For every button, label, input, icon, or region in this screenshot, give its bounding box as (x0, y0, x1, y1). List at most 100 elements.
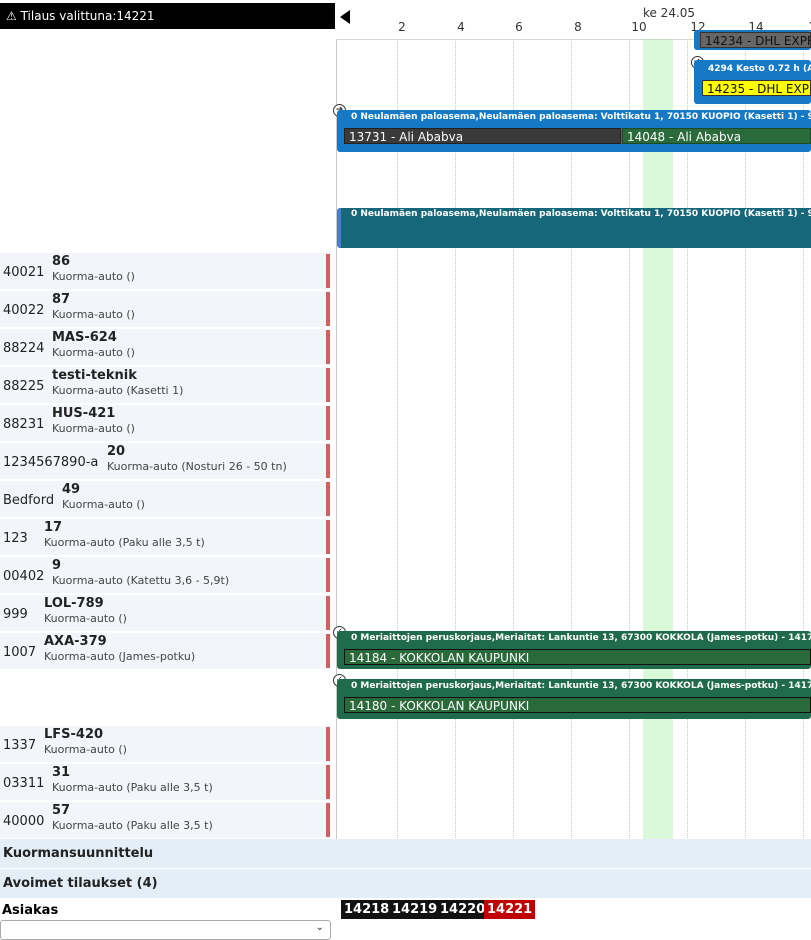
job-label[interactable]: 14180 - KOKKOLAN KAUPUNKI (344, 697, 811, 713)
resource-status-bar (326, 330, 330, 364)
resource-status-bar (326, 596, 330, 630)
resource-type: Kuorma-auto () (52, 346, 135, 359)
event-block[interactable]: 0 Neulamäen paloasema,Neulamäen paloasem… (337, 110, 811, 152)
job-label[interactable]: 14184 - KOKKOLAN KAUPUNKI (344, 649, 811, 665)
resource-row[interactable]: 999 LOL-789 Kuorma-auto () (0, 595, 330, 632)
resource-id: 1337 (3, 738, 37, 753)
resource-row[interactable]: 88225 testi-teknik Kuorma-auto (Kasetti … (0, 367, 330, 404)
resource-row[interactable]: 88224 MAS-624 Kuorma-auto () (0, 329, 330, 366)
job-label[interactable]: 13731 - Ali Ababva (344, 128, 621, 144)
resource-type: Kuorma-auto (Kasetti 1) (52, 384, 184, 397)
order-tag-selected[interactable]: 14221 (484, 900, 537, 919)
resource-name: 87 (52, 292, 71, 307)
resource-type: Kuorma-auto (Paku alle 3,5 t) (44, 536, 205, 549)
tick-label: 4 (457, 20, 465, 34)
resource-id: 40022 (3, 303, 45, 318)
timeline-grid[interactable] (336, 39, 811, 840)
resource-name: HUS-421 (52, 406, 116, 421)
resource-id: 123 (3, 531, 28, 546)
resource-name: 17 (44, 520, 63, 535)
resource-row[interactable]: 40000 57 Kuorma-auto (Paku alle 3,5 t) (0, 802, 330, 839)
resource-type: Kuorma-auto (Nosturi 26 - 50 tn) (107, 460, 287, 473)
job-label[interactable]: 14048 - Ali Ababva (622, 128, 811, 144)
order-tag[interactable]: 14219 (389, 900, 442, 919)
resource-status-bar (326, 558, 330, 592)
resource-id: 88231 (3, 417, 45, 432)
resource-name: testi-teknik (52, 368, 137, 383)
resource-type: Kuorma-auto () (44, 743, 127, 756)
resource-status-bar (326, 292, 330, 326)
grid-line (397, 39, 398, 840)
resource-status-bar (326, 520, 330, 554)
selected-order-banner: ⚠ Tilaus valittuna:14221 (0, 3, 335, 29)
order-tag[interactable]: 14220 (437, 900, 490, 919)
event-block[interactable]: 0 Meriaittojen peruskorjaus,Meriaitat: L… (337, 631, 811, 669)
resource-id: Bedford (3, 493, 55, 508)
event-block[interactable]: 4294 Kesto 0.72 h (Al 14235 - DHL EXPR (694, 60, 811, 104)
event-title: 0 Neulamäen paloasema,Neulamäen paloasem… (351, 209, 811, 219)
resource-row[interactable]: 1007 AXA-379 Kuorma-auto (James-potku) (0, 633, 330, 670)
resource-id: 1007 (3, 645, 37, 660)
chevron-down-icon: ⌄ (315, 922, 324, 933)
event-title: 4294 Kesto 0.72 h (Al (708, 64, 811, 74)
grid-line (455, 39, 456, 840)
resource-type: Kuorma-auto () (52, 422, 135, 435)
resource-row[interactable]: 40022 87 Kuorma-auto () (0, 291, 330, 328)
resource-type: Kuorma-auto (Paku alle 3,5 t) (52, 819, 213, 832)
event-title: 0 Neulamäen paloasema,Neulamäen paloasem… (351, 112, 811, 122)
resource-row[interactable]: 88231 HUS-421 Kuorma-auto () (0, 405, 330, 442)
resource-status-bar (326, 444, 330, 478)
resource-id: 40021 (3, 265, 45, 280)
grid-line (687, 39, 688, 840)
resource-row[interactable]: 40021 86 Kuorma-auto () (0, 253, 330, 290)
resource-id: 999 (3, 607, 28, 622)
resource-name: LOL-789 (44, 596, 104, 611)
section-kuormansuunnittelu[interactable]: Kuormansuunnittelu (0, 839, 811, 868)
resource-row[interactable]: Bedford 49 Kuorma-auto () (0, 481, 330, 518)
resource-type: Kuorma-auto (Katettu 3,6 - 5,9t) (52, 574, 230, 587)
resource-name: 86 (52, 254, 71, 269)
resource-id: 88225 (3, 379, 45, 394)
resource-row[interactable]: 123 17 Kuorma-auto (Paku alle 3,5 t) (0, 519, 330, 556)
resource-row[interactable]: 1337 LFS-420 Kuorma-auto () (0, 726, 330, 763)
tick-label: 8 (574, 20, 582, 34)
customer-label: Asiakas (2, 903, 59, 918)
warning-icon: ⚠ (6, 9, 17, 23)
customer-select[interactable]: ⌄ (0, 920, 331, 940)
resource-status-bar (326, 765, 330, 799)
order-tag[interactable]: 14218 (341, 900, 394, 919)
resource-status-bar (326, 634, 330, 668)
grid-line (629, 39, 630, 840)
grid-line (571, 39, 572, 840)
resource-type: Kuorma-auto (Paku alle 3,5 t) (52, 781, 213, 794)
event-title: 0 Meriaittojen peruskorjaus,Meriaitat: L… (351, 633, 811, 643)
resource-status-bar (326, 406, 330, 440)
resource-name: 20 (107, 444, 126, 459)
day-label: ke 24.05 (642, 6, 696, 20)
grid-line (513, 39, 514, 840)
resource-type: Kuorma-auto () (44, 612, 127, 625)
previous-arrow-icon[interactable] (340, 10, 350, 24)
resource-name: LFS-420 (44, 727, 104, 742)
job-label[interactable]: 14234 - DHL EXPRE (700, 32, 811, 48)
resource-name: 49 (62, 482, 81, 497)
resource-row[interactable]: 03311 31 Kuorma-auto (Paku alle 3,5 t) (0, 764, 330, 801)
resource-id: 03311 (3, 776, 45, 791)
resource-name: AXA-379 (44, 634, 107, 649)
event-block[interactable]: 0 Meriaittojen peruskorjaus,Meriaitat: L… (337, 679, 811, 719)
grid-line (745, 39, 746, 840)
resource-row[interactable]: 1234567890-a 20 Kuorma-auto (Nosturi 26 … (0, 443, 330, 480)
job-label[interactable]: 14235 - DHL EXPR (702, 80, 811, 96)
current-time-band (643, 39, 673, 840)
resource-name: MAS-624 (52, 330, 117, 345)
event-block[interactable]: 14234 - DHL EXPRE (694, 30, 811, 50)
resource-status-bar (326, 482, 330, 516)
selected-order-text: Tilaus valittuna:14221 (20, 9, 155, 23)
resource-row[interactable]: 00402 9 Kuorma-auto (Katettu 3,6 - 5,9t) (0, 557, 330, 594)
event-block[interactable]: 0 Neulamäen paloasema,Neulamäen paloasem… (337, 208, 811, 248)
section-open-orders[interactable]: Avoimet tilaukset (4) (0, 869, 811, 898)
resource-type: Kuorma-auto () (52, 270, 135, 283)
resource-id: 88224 (3, 341, 45, 356)
resource-status-bar (326, 368, 330, 402)
tick-label: 10 (631, 20, 647, 34)
